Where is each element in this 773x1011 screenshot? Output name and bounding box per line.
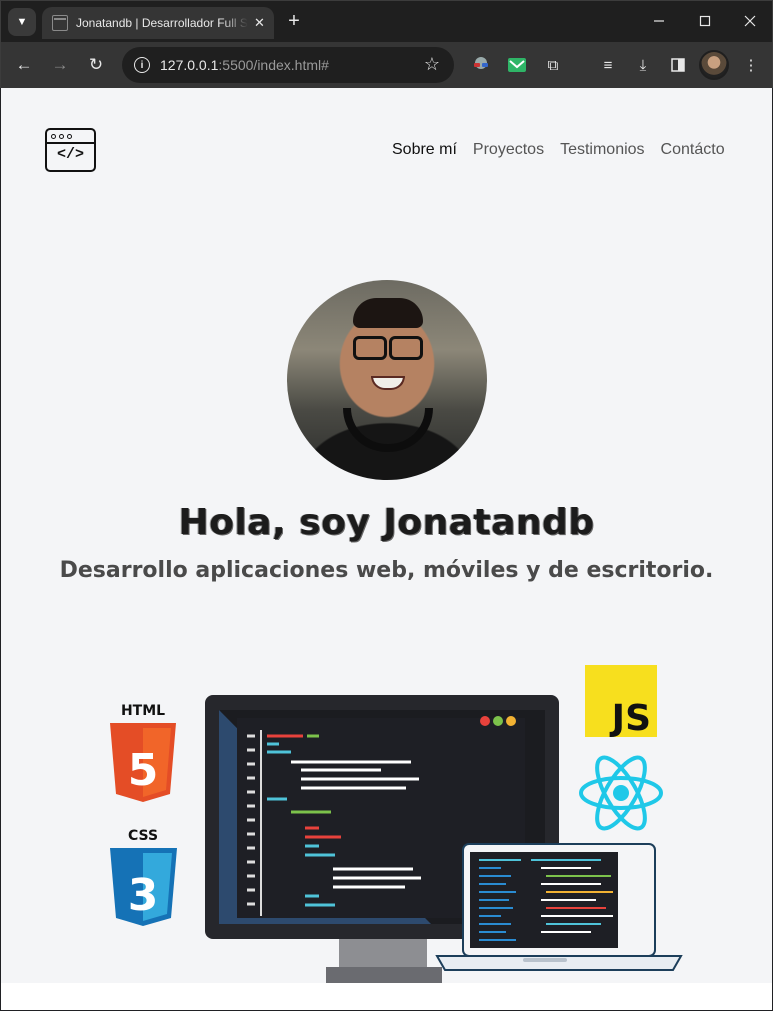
logo-dot <box>51 134 56 139</box>
menu-kebab-icon[interactable]: ⋮ <box>740 54 762 76</box>
forward-button[interactable]: → <box>46 51 74 79</box>
nav-item-sobre-mi[interactable]: Sobre mí <box>392 141 457 159</box>
profile-photo <box>287 280 487 480</box>
maximize-icon <box>699 15 711 27</box>
side-panel-icon[interactable] <box>667 54 689 76</box>
hero-subtitle: Desarrollo aplicaciones web, móviles y d… <box>59 558 714 583</box>
logo-dot <box>59 134 64 139</box>
browser-tab[interactable]: Jonatandb | Desarrollador Full Stack ✕ <box>42 7 274 39</box>
profile-avatar[interactable] <box>699 50 729 80</box>
info-icon[interactable]: i <box>134 57 150 73</box>
minimize-button[interactable] <box>636 1 682 41</box>
arrow-left-icon: ← <box>15 55 33 74</box>
page-bottom-strip <box>1 983 772 1010</box>
profile-smile <box>371 376 405 390</box>
site-logo-icon[interactable]: </> <box>45 128 96 172</box>
css3-logo-icon: CSS 3 <box>110 828 177 926</box>
page-viewport: </> Sobre mí Proyectos Testimonios Contá… <box>1 88 772 983</box>
nav-item-testimonios[interactable]: Testimonios <box>560 141 644 159</box>
extensions-puzzle-icon[interactable]: ⧉ <box>542 54 564 76</box>
profile-glasses <box>353 336 423 360</box>
nav-item-contacto[interactable]: Contácto <box>661 141 725 159</box>
svg-text:JS: JS <box>609 698 651 739</box>
new-tab-button[interactable]: + <box>283 10 305 32</box>
logo-bar <box>47 142 94 144</box>
close-tab-icon[interactable]: ✕ <box>254 15 265 31</box>
html5-logo-icon: HTML 5 <box>110 703 176 802</box>
react-logo-icon <box>579 755 663 831</box>
main-nav: Sobre mí Proyectos Testimonios Contácto <box>392 141 725 159</box>
back-button[interactable]: ← <box>10 51 38 79</box>
address-bar[interactable]: i 127.0.0.1:5500/index.html# ☆ <box>122 47 454 83</box>
nav-item-proyectos[interactable]: Proyectos <box>473 141 544 159</box>
reload-icon: ↻ <box>88 55 104 74</box>
svg-text:CSS: CSS <box>128 828 158 844</box>
minimize-icon <box>654 20 664 22</box>
logo-dot <box>67 134 72 139</box>
extension-spy-icon[interactable] <box>470 54 492 76</box>
browser-toolbar: ← → ↻ i 127.0.0.1:5500/index.html# ☆ ⧉ ≡… <box>0 42 773 88</box>
arrow-right-icon: → <box>51 55 69 74</box>
svg-text:HTML: HTML <box>121 703 165 719</box>
extension-mail-icon[interactable] <box>506 54 528 76</box>
tab-title: Jonatandb | Desarrollador Full Stack <box>76 16 248 30</box>
laptop-illustration <box>435 843 683 971</box>
developer-illustration: HTML 5 CSS 3 JS <box>110 665 683 983</box>
svg-text:3: 3 <box>128 870 159 921</box>
maximize-button[interactable] <box>682 1 728 41</box>
javascript-logo-icon: JS <box>585 665 657 739</box>
download-icon[interactable]: ⤓ <box>632 54 654 76</box>
media-queue-icon[interactable]: ≡ <box>597 54 619 76</box>
profile-headphones <box>343 408 433 452</box>
close-window-button[interactable] <box>727 1 773 41</box>
favicon-icon <box>52 15 68 31</box>
url-text[interactable]: 127.0.0.1:5500/index.html# <box>160 57 329 73</box>
tab-search-button[interactable]: ▼ <box>8 8 36 36</box>
chevron-down-icon: ▼ <box>16 16 28 28</box>
reload-button[interactable]: ↻ <box>82 51 110 79</box>
bookmark-star-icon[interactable]: ☆ <box>424 54 440 75</box>
hero-title: Hola, soy Jonatandb <box>178 502 595 543</box>
logo-code-text: </> <box>56 146 84 163</box>
close-icon <box>744 15 756 27</box>
svg-text:5: 5 <box>128 745 159 796</box>
profile-hair <box>353 298 423 328</box>
browser-titlebar: ▼ Jonatandb | Desarrollador Full Stack ✕… <box>0 0 773 42</box>
